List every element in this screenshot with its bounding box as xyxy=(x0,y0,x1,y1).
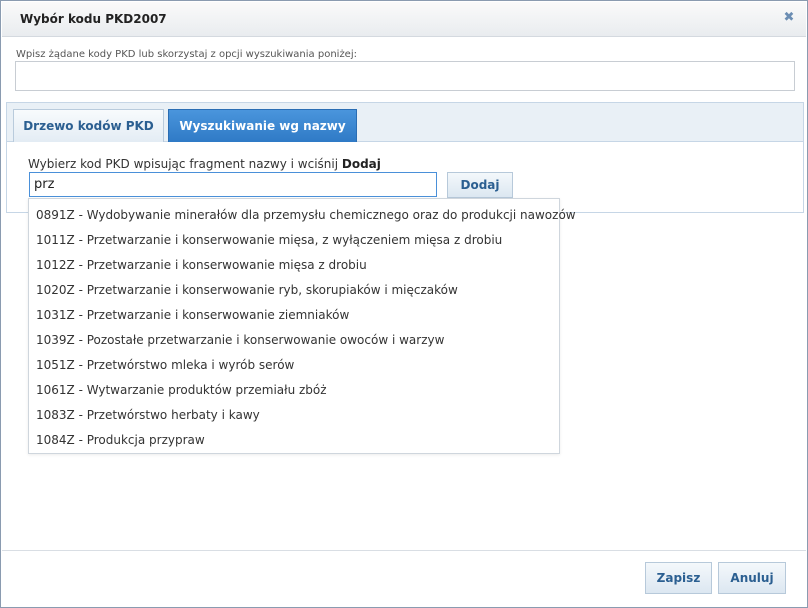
suggestion-item[interactable]: 1061Z - Wytwarzanie produktów przemiału … xyxy=(29,378,559,403)
codes-input[interactable] xyxy=(15,61,795,91)
add-button[interactable]: Dodaj xyxy=(447,172,513,198)
suggestion-item[interactable]: 1084Z - Produkcja przypraw xyxy=(29,428,559,453)
dialog-title: Wybór kodu PKD2007 xyxy=(20,12,167,26)
dialog-titlebar: Wybór kodu PKD2007 ✖ xyxy=(2,2,806,37)
cancel-button[interactable]: Anuluj xyxy=(718,562,786,594)
suggestion-item[interactable]: 1083Z - Przetwórstwo herbaty i kawy xyxy=(29,403,559,428)
suggestion-item[interactable]: 1020Z - Przetwarzanie i konserwowanie ry… xyxy=(29,278,559,303)
search-label-text: Wybierz kod PKD wpisując fragment nazwy … xyxy=(28,157,342,171)
suggestion-item[interactable]: 1039Z - Pozostałe przetwarzanie i konser… xyxy=(29,328,559,353)
close-icon[interactable]: ✖ xyxy=(782,11,796,25)
tab-search-by-name[interactable]: Wyszukiwanie wg nazwy xyxy=(168,109,357,142)
suggestion-item[interactable]: 1051Z - Przetwórstwo mleka i wyrób serów xyxy=(29,353,559,378)
suggestion-item[interactable]: 1031Z - Przetwarzanie i konserwowanie zi… xyxy=(29,303,559,328)
suggestion-list: 0891Z - Wydobywanie minerałów dla przemy… xyxy=(28,198,576,454)
tab-strip: Drzewo kodów PKD Wyszukiwanie wg nazwy xyxy=(7,103,803,142)
pkd-dialog: Wybór kodu PKD2007 ✖ Wpisz żądane kody P… xyxy=(0,0,808,608)
search-input[interactable] xyxy=(29,172,437,197)
suggestion-item[interactable]: 0891Z - Wydobywanie minerałów dla przemy… xyxy=(29,203,576,228)
codes-instruction: Wpisz żądane kody PKD lub skorzystaj z o… xyxy=(16,49,357,60)
tab-code-tree[interactable]: Drzewo kodów PKD xyxy=(13,109,164,142)
search-label: Wybierz kod PKD wpisując fragment nazwy … xyxy=(28,157,381,171)
save-button[interactable]: Zapisz xyxy=(645,562,712,594)
search-label-bold: Dodaj xyxy=(341,157,381,171)
tab-panel: Drzewo kodów PKD Wyszukiwanie wg nazwy W… xyxy=(6,102,804,213)
footer-divider xyxy=(2,550,806,551)
suggestion-item[interactable]: 1011Z - Przetwarzanie i konserwowanie mi… xyxy=(29,228,559,253)
suggestion-item[interactable]: 1012Z - Przetwarzanie i konserwowanie mi… xyxy=(29,253,559,278)
